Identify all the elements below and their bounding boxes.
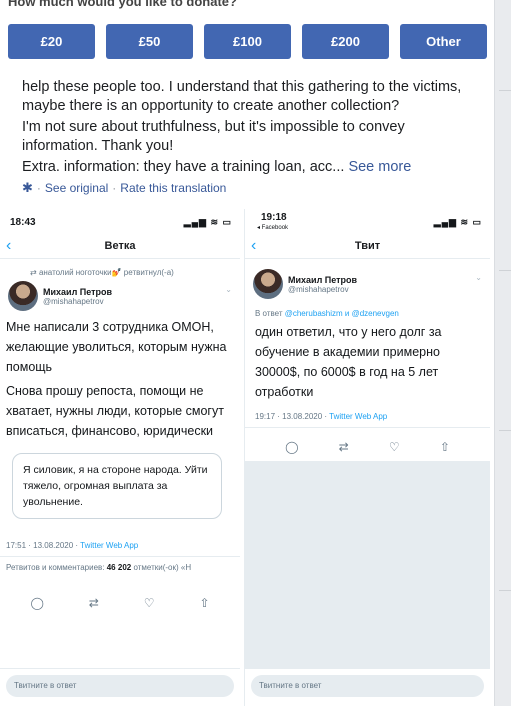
nav-title: Твит	[354, 240, 381, 252]
stats-label: Ретвитов и комментариев:	[6, 563, 107, 572]
separator: ·	[36, 181, 41, 195]
tweet-stats: Ретвитов и комментариев: 46 202 отметки(…	[6, 563, 240, 572]
avatar[interactable]	[253, 269, 283, 299]
user-name[interactable]: Михаил Петров	[43, 287, 112, 297]
heart-icon[interactable]	[144, 596, 155, 610]
back-to-app-link[interactable]: ◂ Facebook	[257, 224, 288, 231]
donate-20-button[interactable]: £20	[8, 24, 95, 59]
tweet-timestamp: 17:51 · 13.08.2020 ·	[6, 541, 81, 550]
reply-input[interactable]: Твитните в ответ	[251, 675, 484, 697]
see-more-link[interactable]: See more	[348, 159, 411, 175]
donate-question: How much would you like to donate?	[8, 0, 237, 9]
retweet-note-text: анатолий ноготочки💅 ретвитнул(-а)	[38, 268, 174, 277]
back-arrow-icon[interactable]: ‹	[6, 235, 11, 257]
nav-title: Ветка	[104, 240, 136, 252]
tweet-source[interactable]: Twitter Web App	[80, 541, 138, 550]
retweet-note: ⇄ анатолий ноготочки💅 ретвитнул(-а)	[30, 268, 240, 277]
likes-label: отметки(-ок) «Н	[131, 563, 192, 572]
gear-icon: ✱	[22, 180, 33, 195]
status-bar: 18:43 ▂▄▆ ≋ ▭	[0, 209, 240, 235]
retweet-icon[interactable]: ⇄	[89, 596, 99, 610]
post-line-extra: Extra. information: they have a training…	[22, 159, 345, 175]
nav-bar: ‹ Ветка	[0, 235, 240, 259]
donate-100-button[interactable]: £100	[204, 24, 291, 59]
tweet-actions: ◯ ⇄ ⇧	[0, 596, 240, 610]
reply-bar: Твитните в ответ	[0, 668, 240, 706]
separator: ·	[112, 181, 117, 195]
post-line: help these people too. I understand that…	[22, 79, 462, 114]
tweet-header: Михаил Петров @mishahapetrov ⌄	[8, 281, 240, 311]
donate-options: £20 £50 £100 £200 Other	[8, 24, 487, 59]
user-handle: @mishahapetrov	[288, 284, 349, 294]
quoted-tweet[interactable]: Я силовик, я на стороне народа. Уйти тяж…	[12, 453, 222, 519]
post-line: Extra. information: they have a training…	[22, 158, 482, 177]
right-sidebar	[494, 0, 511, 706]
tweet-timestamp: 19:17 · 13.08.2020 ·	[255, 412, 330, 421]
donate-other-button[interactable]: Other	[400, 24, 487, 59]
tweet-paragraph: Снова прошу репоста, помощи не хватает, …	[6, 384, 224, 438]
reply-to-handles[interactable]: @cherubashizm и @dzenevgen	[285, 309, 399, 318]
signal-wifi-battery-icon: ▂▄▆ ≋ ▭	[183, 217, 232, 227]
tweet-source[interactable]: Twitter Web App	[329, 412, 387, 421]
tweet-header: Михаил Петров @mishahapetrov ⌄	[253, 269, 490, 299]
rate-translation-link[interactable]: Rate this translation	[120, 181, 226, 195]
user-name[interactable]: Михаил Петров	[288, 275, 357, 285]
tweet-actions: ◯ ⇄ ⇧	[245, 440, 490, 454]
reply-bar: Твитните в ответ	[245, 668, 490, 706]
retweet-icon[interactable]: ⇄	[339, 440, 349, 454]
chevron-down-icon[interactable]: ⌄	[475, 273, 482, 282]
nav-bar: ‹ Твит	[245, 235, 490, 259]
retweet-icon: ⇄	[30, 268, 39, 277]
tweet-meta: 17:51 · 13.08.2020 · Twitter Web App	[6, 541, 240, 550]
avatar[interactable]	[8, 281, 38, 311]
share-icon[interactable]: ⇧	[440, 440, 450, 454]
tweet-paragraph: Мне написали 3 сотрудника ОМОН, желающие…	[6, 320, 227, 374]
reply-icon[interactable]: ◯	[285, 440, 298, 454]
back-arrow-icon[interactable]: ‹	[251, 235, 256, 257]
divider	[245, 427, 490, 428]
share-icon[interactable]: ⇧	[199, 596, 209, 610]
chevron-down-icon[interactable]: ⌄	[225, 285, 232, 294]
reply-to: В ответ @cherubashizm и @dzenevgen	[255, 309, 490, 318]
status-time: 18:43	[10, 217, 36, 228]
reply-icon[interactable]: ◯	[30, 596, 43, 610]
signal-wifi-battery-icon: ▂▄▆ ≋ ▭	[433, 217, 482, 227]
tweet-reply-screenshot[interactable]: 19:18 ◂ Facebook ▂▄▆ ≋ ▭ ‹ Твит Михаил П…	[244, 209, 490, 706]
user-handle: @mishahapetrov	[43, 296, 104, 306]
tweet-text: Мне написали 3 сотрудника ОМОН, желающие…	[6, 317, 232, 441]
reply-to-prefix: В ответ	[255, 309, 285, 318]
reply-input[interactable]: Твитните в ответ	[6, 675, 234, 697]
like-count: 202	[117, 563, 132, 572]
divider	[0, 556, 240, 557]
post-text: help these people too. I understand that…	[22, 78, 482, 180]
status-bar: 19:18 ◂ Facebook ▂▄▆ ≋ ▭	[245, 209, 490, 235]
tweet-meta: 19:17 · 13.08.2020 · Twitter Web App	[255, 412, 490, 421]
heart-icon[interactable]	[389, 440, 400, 454]
see-original-link[interactable]: See original	[45, 181, 108, 195]
empty-area	[245, 461, 490, 668]
retweet-count: 46	[106, 563, 116, 572]
donate-50-button[interactable]: £50	[106, 24, 193, 59]
status-time: 19:18	[261, 212, 287, 223]
translation-bar: ✱ · See original · Rate this translation	[22, 180, 226, 196]
post-line: I'm not sure about truthfulness, but it'…	[22, 119, 405, 154]
tweet-text: один ответил, что у него долг за обучени…	[255, 325, 442, 399]
donate-200-button[interactable]: £200	[302, 24, 389, 59]
tweet-thread-screenshot[interactable]: 18:43 ▂▄▆ ≋ ▭ ‹ Ветка ⇄ анатолий ноготоч…	[0, 209, 240, 706]
